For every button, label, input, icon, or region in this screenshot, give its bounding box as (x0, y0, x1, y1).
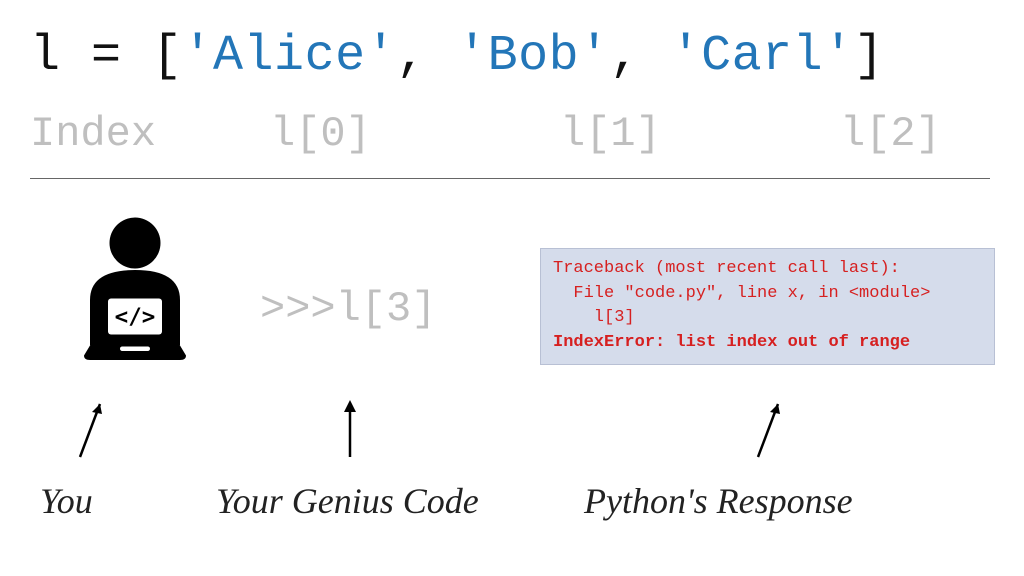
index-2: l[2] (840, 110, 941, 158)
arrow-response-icon (748, 392, 788, 462)
traceback-line-2: File "code.py", line x, in <module> (553, 284, 930, 303)
traceback-box: Traceback (most recent call last): File … (540, 248, 995, 365)
code-string-bob: 'Bob' (457, 28, 610, 85)
traceback-line-1: Traceback (most recent call last): (553, 259, 900, 278)
index-label: Index (30, 110, 156, 158)
traceback-line-3: l[3] (553, 308, 635, 327)
code-eq: = (61, 28, 153, 85)
code-open-bracket: [ (152, 28, 183, 85)
traceback-error-line: IndexError: list index out of range (553, 333, 910, 352)
caption-genius-code: Your Genius Code (216, 480, 479, 522)
code-comma-1: , (396, 28, 457, 85)
horizontal-divider (30, 178, 990, 179)
code-string-carl: 'Carl' (671, 28, 854, 85)
code-var: l (30, 28, 61, 85)
svg-text:</>: </> (115, 304, 156, 330)
arrow-you-icon (70, 392, 110, 462)
code-close-bracket: ] (854, 28, 885, 85)
index-0: l[0] (270, 110, 371, 158)
caption-you: You (40, 480, 93, 522)
list-definition-code: l = ['Alice', 'Bob', 'Carl'] (30, 28, 884, 85)
repl-input-code: >>>l[3] (260, 285, 436, 333)
arrow-genius-icon (330, 392, 370, 462)
code-comma-2: , (610, 28, 671, 85)
caption-pythons-response: Python's Response (584, 480, 853, 522)
coder-icon: </> (60, 210, 210, 370)
code-string-alice: 'Alice' (183, 28, 397, 85)
index-1: l[1] (560, 110, 661, 158)
